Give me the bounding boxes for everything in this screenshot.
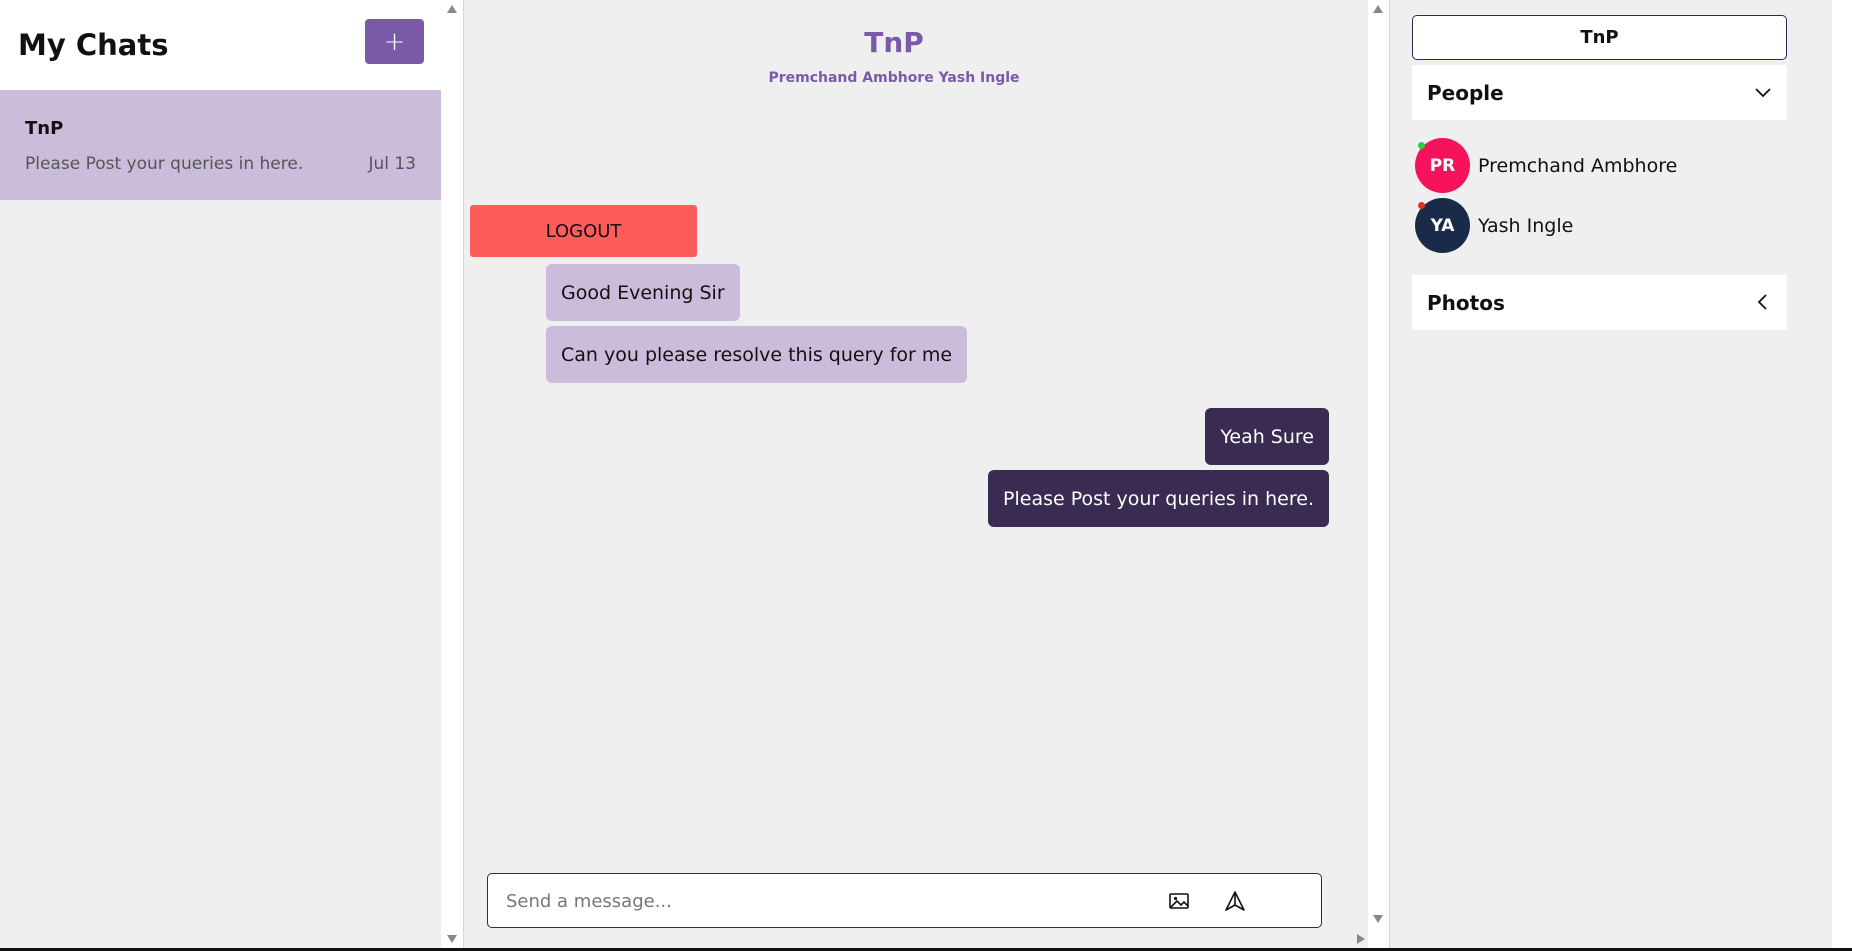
message-bubble: Good Evening Sir: [546, 264, 740, 321]
avatar-initials: PR: [1429, 155, 1456, 176]
scroll-up-icon[interactable]: [1373, 5, 1383, 13]
person-item[interactable]: PR Premchand Ambhore: [1415, 138, 1790, 193]
new-chat-button[interactable]: +: [365, 19, 424, 64]
chevron-left-icon: [1757, 294, 1767, 310]
avatar: YA: [1415, 198, 1470, 253]
chat-item-name: TnP: [25, 118, 64, 139]
chat-members: Premchand Ambhore Yash Ingle: [768, 70, 1020, 86]
person-name: Premchand Ambhore: [1478, 154, 1678, 177]
chat-list-item[interactable]: TnP Please Post your queries in here. Ju…: [0, 90, 441, 200]
chat-item-date: Jul 13: [368, 154, 416, 174]
chat-title: TnP: [864, 26, 924, 59]
offline-status-dot: [1418, 202, 1425, 209]
send-icon[interactable]: [1224, 890, 1246, 912]
message-input[interactable]: [506, 884, 1146, 918]
sidebar-scrollbar[interactable]: [441, 0, 463, 948]
person-name: Yash Ingle: [1478, 214, 1574, 237]
person-item[interactable]: YA Yash Ingle: [1415, 198, 1790, 253]
scroll-right-icon[interactable]: [1357, 934, 1365, 944]
logout-button[interactable]: LOGOUT: [470, 205, 697, 257]
photos-accordion-header[interactable]: Photos: [1412, 275, 1787, 330]
scroll-up-icon[interactable]: [447, 5, 457, 13]
chevron-down-icon: [1755, 88, 1771, 98]
sidebar-header: My Chats +: [0, 0, 441, 90]
page-scrollbar[interactable]: [1832, 0, 1852, 948]
message-composer: [487, 873, 1322, 928]
avatar-initials: YA: [1430, 215, 1455, 236]
message-bubble: Yeah Sure: [1205, 408, 1329, 465]
people-label: People: [1427, 80, 1504, 105]
scroll-down-icon[interactable]: [1373, 915, 1383, 923]
photos-label: Photos: [1427, 290, 1505, 315]
online-status-dot: [1418, 142, 1425, 149]
message-bubble: Can you please resolve this query for me: [546, 326, 968, 383]
people-accordion-header[interactable]: People: [1412, 65, 1787, 120]
chat-panel: TnP Premchand Ambhore Yash Ingle LOGOUT …: [463, 0, 1368, 948]
image-icon[interactable]: [1168, 890, 1190, 912]
chat-info-panel: TnP People PR Premchand Ambhore YA Yash …: [1389, 0, 1832, 948]
avatar: PR: [1415, 138, 1470, 193]
sidebar-title: My Chats: [18, 28, 169, 62]
chat-scrollbar[interactable]: [1357, 0, 1389, 948]
chats-sidebar: My Chats + TnP Please Post your queries …: [0, 0, 441, 948]
group-name-field[interactable]: TnP: [1412, 15, 1787, 60]
message-bubble: Please Post your queries in here.: [988, 470, 1329, 527]
chat-app: My Chats + TnP Please Post your queries …: [0, 0, 1852, 951]
chat-item-preview: Please Post your queries in here.: [25, 154, 304, 174]
scroll-down-icon[interactable]: [447, 935, 457, 943]
